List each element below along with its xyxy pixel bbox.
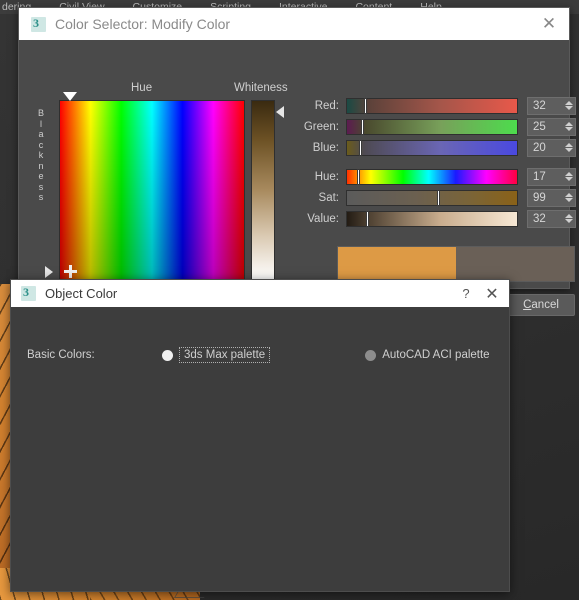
- basic-colors-label: Basic Colors:: [27, 349, 95, 361]
- spinner-arrows-icon[interactable]: [562, 140, 575, 156]
- channel-green-spinner[interactable]: 25: [527, 117, 576, 136]
- channel-green-value: 25: [533, 120, 546, 133]
- whiteness-label: Whiteness: [234, 82, 288, 94]
- radio-autocad-palette[interactable]: [365, 349, 377, 361]
- close-icon[interactable]: ✕: [535, 11, 563, 37]
- channel-value: Value: 32: [287, 209, 576, 228]
- channel-hue-label: Hue:: [314, 170, 339, 183]
- cancel-button[interactable]: Cancel: [507, 294, 575, 316]
- channel-blue-label: Blue:: [312, 141, 339, 154]
- object-color-body: Basic Colors: 3ds Max palette AutoCAD AC…: [11, 307, 509, 592]
- whiteness-slider-marker[interactable]: [276, 106, 284, 118]
- channel-red-slider[interactable]: [346, 97, 518, 114]
- channel-value-slider[interactable]: [346, 210, 518, 227]
- channel-red-value: 32: [533, 99, 546, 112]
- blackness-label: Blackness: [37, 108, 44, 202]
- radio-3dsmax-palette-label[interactable]: 3ds Max palette: [179, 347, 271, 363]
- preview-new-color: [338, 247, 456, 281]
- channel-hue-value: 17: [533, 170, 546, 183]
- spinner-arrows-icon[interactable]: [562, 98, 575, 114]
- channel-hue-slider[interactable]: [346, 168, 518, 185]
- channel-blue-value: 20: [533, 141, 546, 154]
- color-preview: [337, 246, 575, 282]
- channel-sat-value: 99: [533, 191, 546, 204]
- color-selector-dialog: Color Selector: Modify Color ✕ Hue White…: [18, 7, 576, 319]
- 3dsmax-icon: [31, 16, 46, 32]
- object-color-titlebar[interactable]: Object Color ? ✕: [11, 280, 509, 307]
- help-icon[interactable]: ?: [453, 282, 479, 306]
- color-selector-body: Hue Whiteness Blackness Red: 32 Green: 2…: [19, 40, 576, 319]
- spinner-arrows-icon[interactable]: [562, 190, 575, 206]
- channel-blue-slider[interactable]: [346, 139, 518, 156]
- object-color-title: Object Color: [45, 286, 118, 301]
- channel-red-label: Red:: [314, 99, 339, 112]
- color-selector-title: Color Selector: Modify Color: [55, 16, 231, 32]
- blackness-slider-marker[interactable]: [45, 266, 53, 278]
- screen-root: dering Civil View Customize Scripting In…: [0, 0, 579, 600]
- whiteness-bar[interactable]: [251, 100, 275, 280]
- channel-green-slider[interactable]: [346, 118, 518, 135]
- channel-rows: Red: 32 Green: 25 Blue: 20 Hue: 17 Sat: …: [287, 96, 576, 230]
- channel-hue: Hue: 17: [287, 167, 576, 186]
- radio-autocad-palette-label[interactable]: AutoCAD ACI palette: [382, 349, 489, 361]
- channel-hue-spinner[interactable]: 17: [527, 167, 576, 186]
- hue-label: Hue: [131, 82, 153, 94]
- channel-value-value: 32: [533, 212, 546, 225]
- channel-blue-spinner[interactable]: 20: [527, 138, 576, 157]
- color-selector-titlebar[interactable]: Color Selector: Modify Color ✕: [19, 8, 569, 40]
- channel-blue: Blue: 20: [287, 138, 576, 157]
- cancel-button-label: Cancel: [523, 299, 559, 311]
- palette-selector-row: Basic Colors: 3ds Max palette AutoCAD AC…: [27, 347, 497, 363]
- channel-green: Green: 25: [287, 117, 576, 136]
- channel-sat-slider[interactable]: [346, 189, 518, 206]
- hue-slider-marker[interactable]: [63, 92, 77, 101]
- channel-green-label: Green:: [303, 120, 339, 133]
- object-color-dialog: Object Color ? ✕ Basic Colors: 3ds Max p…: [10, 279, 510, 592]
- color-field-crosshair[interactable]: [64, 265, 77, 278]
- preview-old-color: [456, 247, 574, 281]
- spinner-arrows-icon[interactable]: [562, 211, 575, 227]
- spinner-arrows-icon[interactable]: [562, 169, 575, 185]
- channel-sat-label: Sat:: [318, 191, 339, 204]
- channel-value-spinner[interactable]: 32: [527, 209, 576, 228]
- radio-3dsmax-palette[interactable]: [162, 349, 173, 361]
- hue-blackness-field[interactable]: [59, 100, 245, 280]
- close-icon[interactable]: ✕: [479, 282, 505, 306]
- channel-red: Red: 32: [287, 96, 576, 115]
- channel-red-spinner[interactable]: 32: [527, 96, 576, 115]
- channel-sat-spinner[interactable]: 99: [527, 188, 576, 207]
- channel-sat: Sat: 99: [287, 188, 576, 207]
- channel-value-label: Value:: [307, 212, 339, 225]
- 3dsmax-icon: [21, 285, 36, 301]
- spinner-arrows-icon[interactable]: [562, 119, 575, 135]
